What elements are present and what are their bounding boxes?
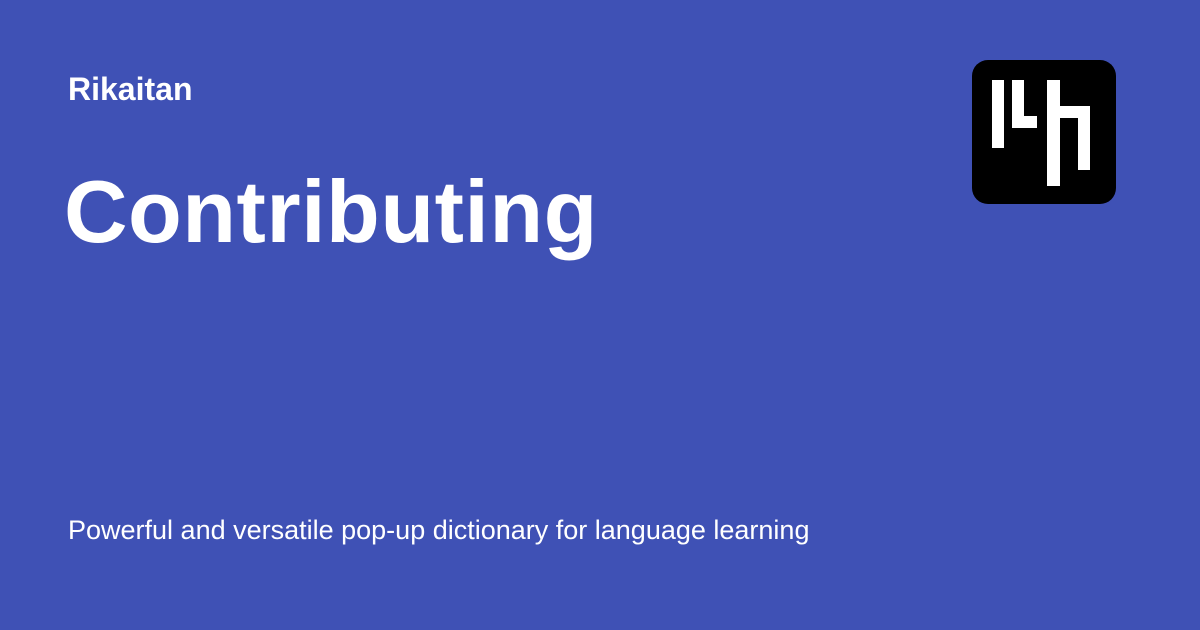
site-name: Rikaitan (68, 71, 193, 107)
site-description: Powerful and versatile pop-up dictionary… (68, 515, 810, 545)
rikaitan-logo-icon (972, 60, 1116, 204)
page-title: Contributing (64, 162, 598, 261)
